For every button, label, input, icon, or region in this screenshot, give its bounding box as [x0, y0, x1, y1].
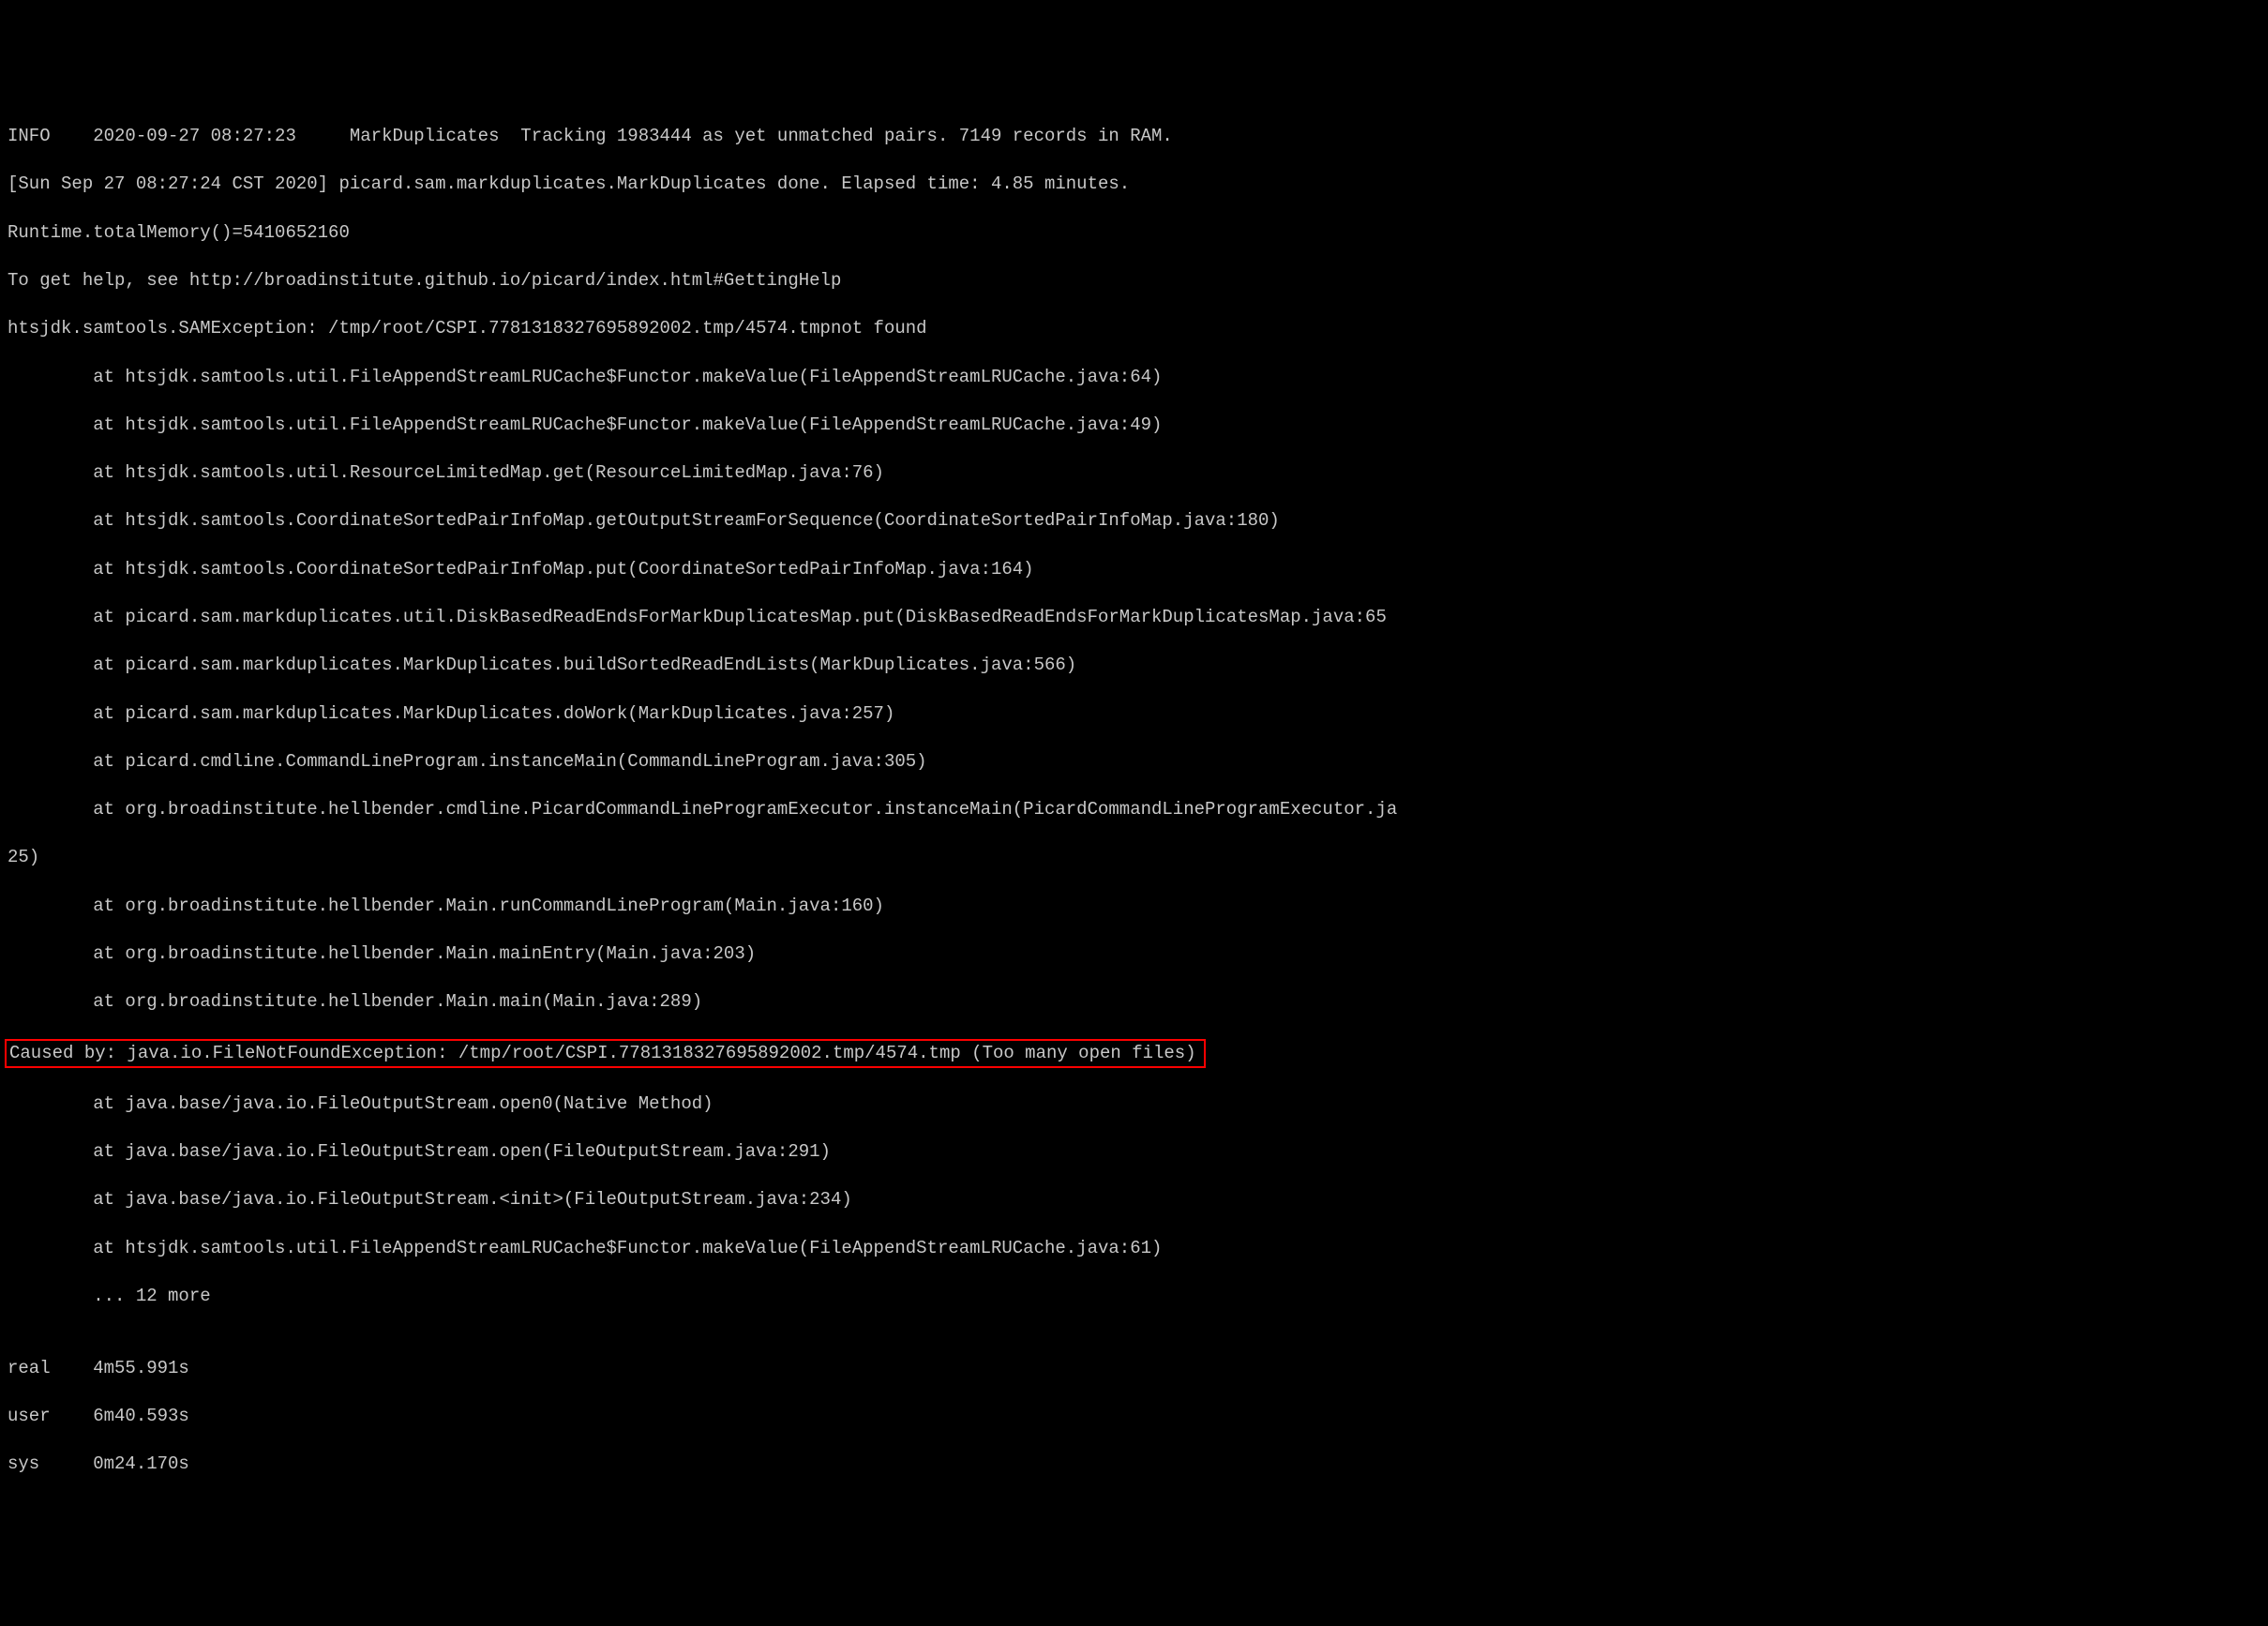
error-highlight-box: Caused by: java.io.FileNotFoundException…	[5, 1039, 1206, 1069]
log-line-stack: at htsjdk.samtools.util.FileAppendStream…	[8, 366, 2260, 390]
log-line-stack: at htsjdk.samtools.CoordinateSortedPairI…	[8, 558, 2260, 582]
log-line-time-real: real 4m55.991s	[8, 1357, 2260, 1381]
log-line-stack: at picard.sam.markduplicates.MarkDuplica…	[8, 702, 2260, 727]
log-line-time-sys: sys 0m24.170s	[8, 1453, 2260, 1477]
log-line-time-user: user 6m40.593s	[8, 1405, 2260, 1429]
log-line-stack: at htsjdk.samtools.util.FileAppendStream…	[8, 414, 2260, 438]
log-line-stack: at htsjdk.samtools.util.ResourceLimitedM…	[8, 461, 2260, 486]
log-line-exception: htsjdk.samtools.SAMException: /tmp/root/…	[8, 317, 2260, 341]
log-line-memory: Runtime.totalMemory()=5410652160	[8, 221, 2260, 246]
log-line-stack: at java.base/java.io.FileOutputStream.op…	[8, 1092, 2260, 1117]
log-line-stack: at htsjdk.samtools.util.FileAppendStream…	[8, 1237, 2260, 1261]
log-line-stack: at org.broadinstitute.hellbender.Main.ru…	[8, 895, 2260, 919]
terminal-output: INFO 2020-09-27 08:27:23 MarkDuplicates …	[8, 101, 2260, 1501]
log-line-caused-by: Caused by: java.io.FileNotFoundException…	[8, 1039, 2260, 1069]
log-line-help: To get help, see http://broadinstitute.g…	[8, 269, 2260, 294]
log-line-stack: at org.broadinstitute.hellbender.Main.ma…	[8, 942, 2260, 967]
log-line-stack: at org.broadinstitute.hellbender.cmdline…	[8, 798, 2260, 822]
log-line-stack: at java.base/java.io.FileOutputStream.op…	[8, 1140, 2260, 1165]
log-line-stack: at picard.sam.markduplicates.MarkDuplica…	[8, 654, 2260, 678]
log-line-stack: at java.base/java.io.FileOutputStream.<i…	[8, 1188, 2260, 1212]
log-line-stack-more: ... 12 more	[8, 1285, 2260, 1309]
log-line-stack-cont: 25)	[8, 846, 2260, 870]
log-line-info: INFO 2020-09-27 08:27:23 MarkDuplicates …	[8, 125, 2260, 149]
log-line-stack: at picard.sam.markduplicates.util.DiskBa…	[8, 606, 2260, 630]
log-line-stack: at org.broadinstitute.hellbender.Main.ma…	[8, 990, 2260, 1015]
log-line-stack: at picard.cmdline.CommandLineProgram.ins…	[8, 750, 2260, 775]
log-line-timestamp: [Sun Sep 27 08:27:24 CST 2020] picard.sa…	[8, 173, 2260, 197]
log-line-stack: at htsjdk.samtools.CoordinateSortedPairI…	[8, 509, 2260, 534]
